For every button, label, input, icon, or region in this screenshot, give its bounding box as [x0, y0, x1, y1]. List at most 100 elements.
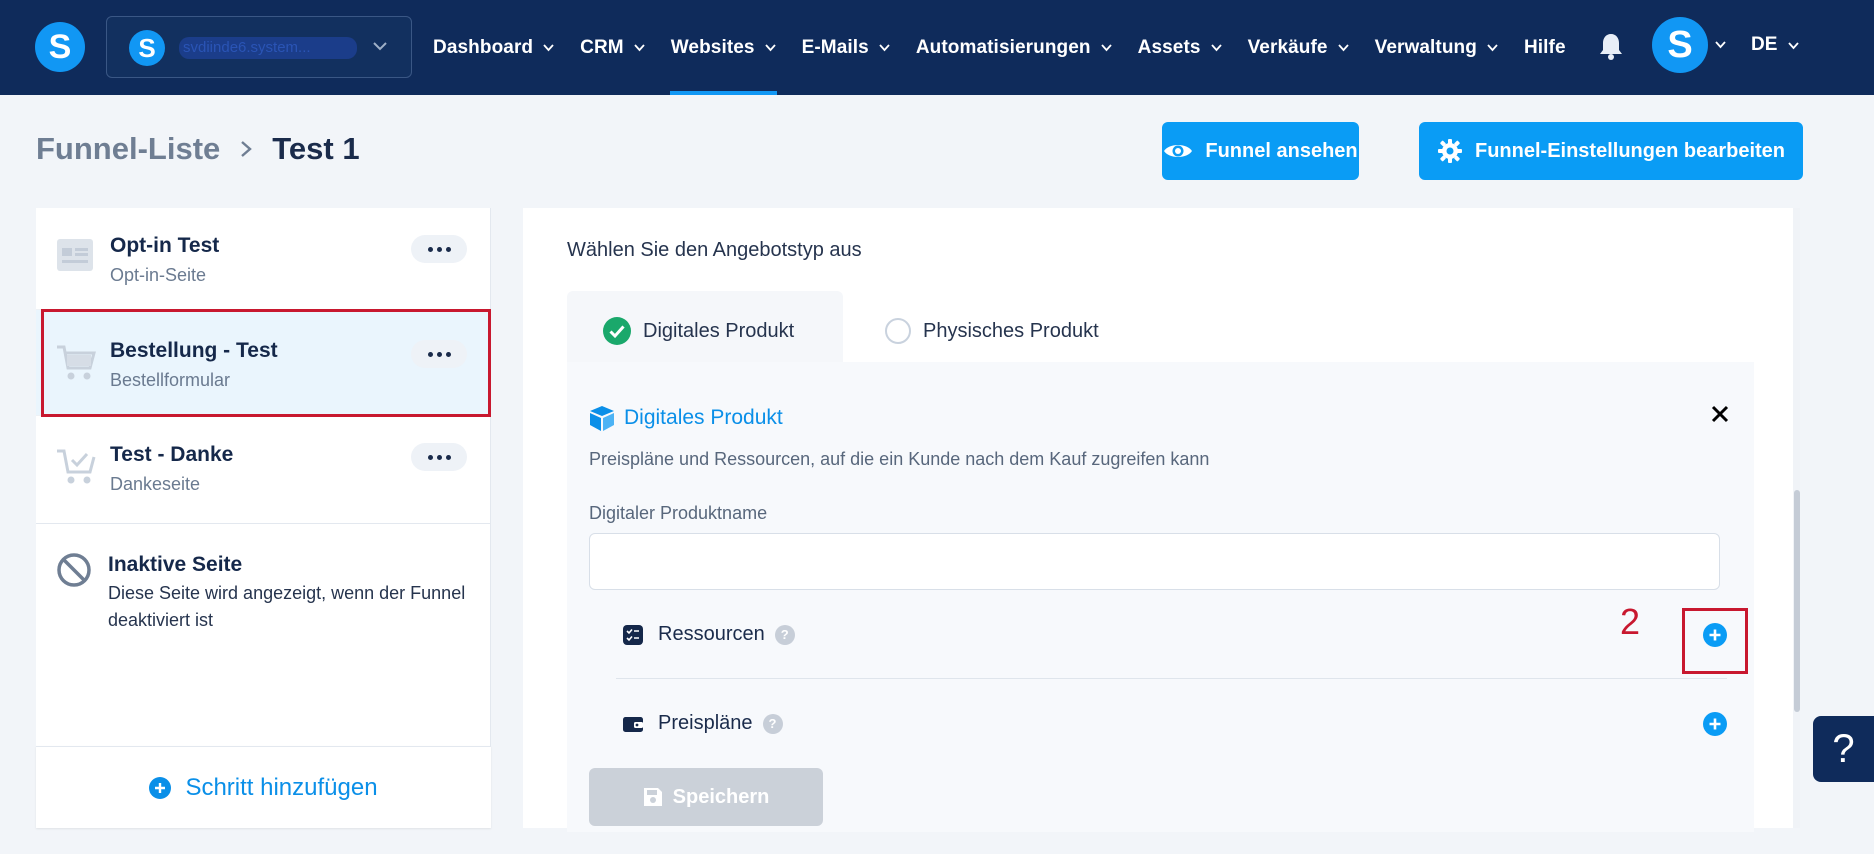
digital-product-title-text: Digitales Produkt	[624, 406, 783, 429]
top-navigation: S S svdiinde6.system... Dashboard CRM We…	[0, 0, 1874, 95]
gear-icon	[1437, 139, 1462, 163]
app-logo[interactable]: S	[35, 22, 85, 72]
ban-icon	[57, 553, 91, 587]
digital-product-card: Digitales Produkt Preispläne und Ressour…	[567, 362, 1754, 832]
edit-funnel-settings-label: Funnel-Einstellungen bearbeiten	[1474, 139, 1786, 162]
nav-administration-label: Verwaltung	[1374, 36, 1477, 58]
tab-physical-product-label: Physisches Produkt	[923, 319, 1099, 342]
funnel-steps-panel: Opt-in Test Opt-in-Seite Bestellung - Te…	[36, 208, 491, 828]
nav-assets[interactable]: Assets	[1125, 0, 1235, 95]
product-name-label: Digitaler Produktname	[589, 503, 768, 523]
nav-sales[interactable]: Verkäufe	[1235, 0, 1362, 95]
nav-dashboard-label: Dashboard	[433, 36, 534, 58]
help-icon[interactable]: ?	[774, 624, 795, 645]
save-button[interactable]: Speichern	[589, 768, 823, 826]
breadcrumb: Funnel-Liste Test 1	[36, 131, 360, 167]
help-fab-button[interactable]: ?	[1813, 716, 1874, 782]
nav-sales-label: Verkäufe	[1247, 36, 1328, 58]
language-label: DE	[1751, 34, 1778, 55]
edit-funnel-settings-button[interactable]: Funnel-Einstellungen bearbeiten	[1419, 122, 1803, 180]
nav-help[interactable]: Hilfe	[1511, 0, 1578, 95]
checklist-icon	[623, 624, 643, 645]
annotation-number: 2	[1620, 601, 1641, 642]
view-funnel-label: Funnel ansehen	[1205, 139, 1358, 162]
plus-circle-icon	[149, 776, 172, 799]
tab-physical-product[interactable]: Physisches Produkt	[885, 291, 1165, 371]
floppy-disk-icon	[643, 788, 662, 806]
save-label: Speichern	[672, 785, 770, 808]
scrollbar-thumb[interactable]	[1794, 490, 1800, 712]
page-title: Test 1	[272, 131, 360, 166]
divider	[616, 678, 1727, 679]
nav-help-label: Hilfe	[1523, 36, 1566, 58]
nav-websites-label: Websites	[670, 36, 755, 58]
step-more-menu[interactable]	[411, 235, 467, 263]
nav-emails[interactable]: E-Mails	[789, 0, 903, 95]
step-subtitle: Dankeseite	[110, 474, 201, 494]
chevron-right-icon	[241, 141, 253, 157]
chevron-down-icon	[1100, 44, 1112, 52]
chevron-down-icon[interactable]	[1714, 38, 1727, 51]
account-name: svdiinde6.system...	[179, 37, 357, 59]
add-step-label: Schritt hinzufügen	[185, 773, 378, 801]
breadcrumb-funnel-list[interactable]: Funnel-Liste	[36, 131, 220, 167]
step-more-menu[interactable]	[411, 443, 467, 471]
chevron-down-icon	[543, 44, 554, 52]
check-circle-icon	[603, 317, 631, 345]
nav-administration[interactable]: Verwaltung	[1362, 0, 1511, 95]
annotation-highlight-step	[41, 309, 491, 417]
account-avatar: S	[129, 30, 165, 66]
resources-label: Ressourcen	[658, 623, 765, 645]
nav-dashboard[interactable]: Dashboard	[420, 0, 567, 95]
tab-digital-product-label: Digitales Produkt	[643, 319, 795, 342]
chevron-down-icon	[1788, 41, 1800, 49]
chevron-down-icon	[373, 42, 387, 51]
price-plans-row: Preispläne ?	[622, 712, 1729, 735]
view-funnel-button[interactable]: Funnel ansehen	[1162, 122, 1359, 180]
annotation-highlight-plus	[1682, 608, 1748, 674]
radio-button[interactable]	[885, 318, 911, 344]
account-switcher[interactable]: S svdiinde6.system...	[106, 16, 412, 78]
chevron-down-icon	[1487, 44, 1498, 52]
language-switcher[interactable]: DE	[1751, 34, 1800, 56]
nav-crm[interactable]: CRM	[567, 0, 658, 95]
eye-icon	[1164, 145, 1193, 157]
inactive-page-item[interactable]: Inaktive Seite Diese Seite wird angezeig…	[36, 524, 491, 664]
nav-crm-label: CRM	[580, 36, 624, 58]
inactive-page-title: Inaktive Seite	[108, 553, 243, 576]
chevron-down-icon	[1210, 44, 1222, 52]
digital-product-description: Preispläne und Ressourcen, auf die ein K…	[589, 449, 1210, 469]
step-title: Opt-in Test	[110, 234, 220, 257]
add-step-button[interactable]: Schritt hinzufügen	[36, 746, 491, 828]
price-plans-label: Preispläne	[658, 712, 753, 734]
resources-row: Ressourcen ?	[622, 623, 1729, 646]
bell-icon[interactable]	[1598, 32, 1624, 60]
chevron-down-icon	[764, 44, 776, 52]
cart-check-icon	[57, 449, 96, 484]
chevron-down-icon	[634, 44, 645, 52]
step-title: Test - Danke	[110, 443, 234, 466]
product-name-input[interactable]	[589, 533, 1720, 590]
nav-automations[interactable]: Automatisierungen	[903, 0, 1125, 95]
nav-emails-label: E-Mails	[801, 36, 869, 58]
step-subtitle: Opt-in-Seite	[110, 265, 207, 285]
box-icon	[590, 406, 614, 431]
chevron-down-icon	[879, 44, 890, 52]
nav-automations-label: Automatisierungen	[915, 36, 1091, 58]
chevron-down-icon	[1337, 44, 1349, 52]
help-icon[interactable]: ?	[762, 713, 783, 734]
nav-assets-label: Assets	[1137, 36, 1201, 58]
offer-editor-panel: Wählen Sie den Angebotstyp aus Digitales…	[523, 208, 1798, 832]
wallet-icon	[623, 716, 643, 732]
close-icon[interactable]	[1711, 405, 1729, 423]
offer-type-label: Wählen Sie den Angebotstyp aus	[567, 239, 862, 261]
tab-digital-product[interactable]: Digitales Produkt	[567, 291, 843, 371]
step-item[interactable]: Test - Danke Dankeseite	[36, 416, 491, 524]
digital-product-title: Digitales Produkt	[588, 404, 783, 432]
inactive-page-description: Diese Seite wird angezeigt, wenn der Fun…	[108, 583, 466, 630]
nav-websites[interactable]: Websites	[658, 0, 789, 95]
user-avatar[interactable]: S	[1652, 17, 1708, 73]
optin-page-icon	[57, 239, 93, 271]
step-item[interactable]: Opt-in Test Opt-in-Seite	[36, 208, 491, 310]
add-price-plan-plus-icon[interactable]	[1702, 711, 1728, 737]
